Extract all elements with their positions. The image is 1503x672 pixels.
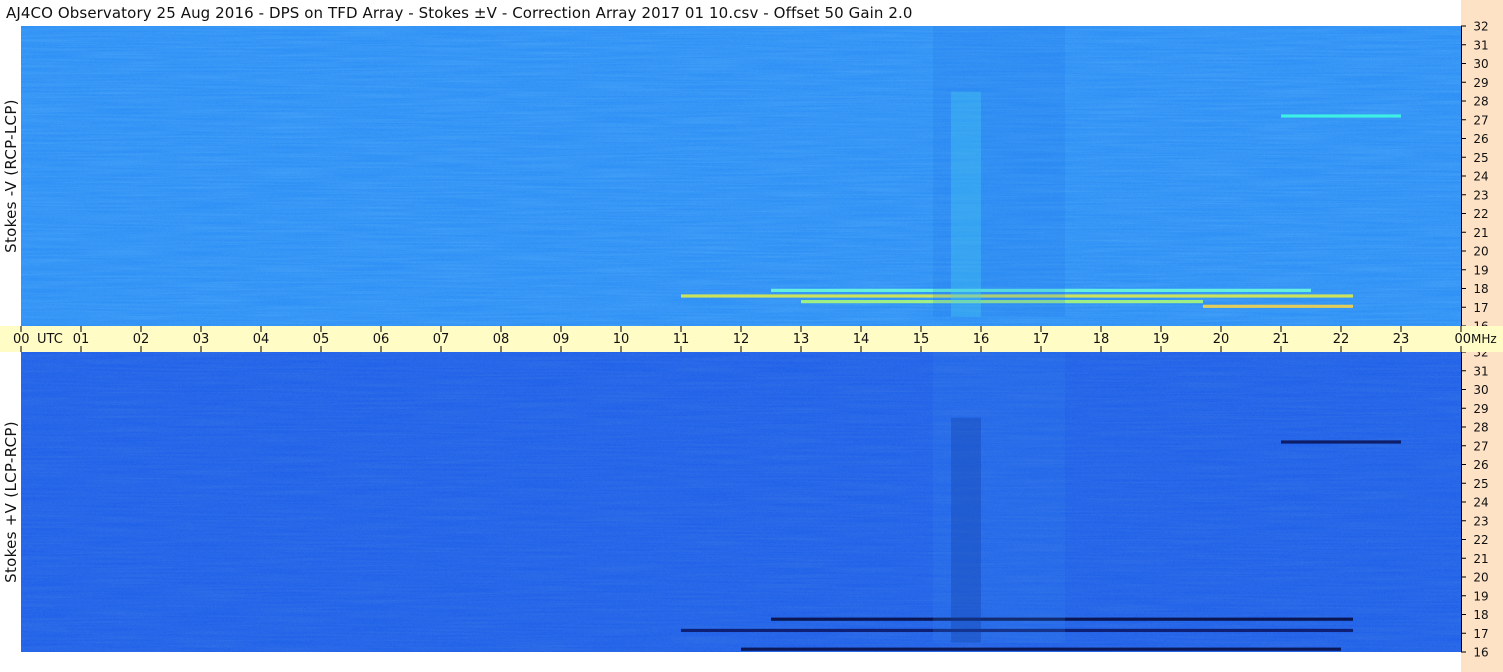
top-freq-tick-label: 21 (1473, 226, 1488, 240)
top-freq-tick-label: 32 (1473, 20, 1488, 34)
top-feature-band (1203, 304, 1353, 308)
top-freq-tick-label: 30 (1473, 57, 1488, 71)
time-tick-label: 18 (1093, 332, 1110, 347)
top-freq-tick-label: 19 (1473, 263, 1488, 277)
time-tick-label: 14 (853, 332, 870, 347)
bottom-freq-tick-label: 30 (1473, 383, 1488, 397)
bottom-freq-tick-label: 27 (1473, 439, 1488, 453)
bottom-freq-tick-label: 28 (1473, 421, 1488, 435)
top-freq-tick-label: 24 (1473, 170, 1488, 184)
top-freq-tick-label: 29 (1473, 76, 1488, 90)
top-feature-patch (933, 26, 1065, 317)
time-tick-label: 22 (1333, 332, 1350, 347)
bottom-freq-tick-label: 26 (1473, 458, 1488, 472)
time-tick-label: 10 (613, 332, 630, 347)
top-freq-tick-label: 18 (1473, 282, 1488, 296)
top-freq-tick-label: 28 (1473, 95, 1488, 109)
top-panel-grain (21, 26, 1461, 326)
time-tick-label: 01 (73, 332, 90, 347)
bottom-panel-grain (21, 352, 1461, 652)
bottom-freq-tick-label: 31 (1473, 364, 1488, 378)
bottom-freq-tick-label: 20 (1473, 571, 1488, 585)
bottom-freq-tick-label: 16 (1473, 646, 1488, 660)
top-freq-tick-label: 20 (1473, 245, 1488, 259)
time-tick-label: 15 (913, 332, 930, 347)
time-tick-label: 00 (1454, 332, 1471, 347)
top-feature-band (1281, 114, 1401, 118)
bottom-feature-patch (933, 352, 1065, 643)
top-freq-tick-label: 17 (1473, 301, 1488, 315)
time-tick-label: 23 (1393, 332, 1410, 347)
spectrogram-chart: 16 17 18 19 20 21 22 23 24 25 26 27 28 29 30 31 32 16 17 1… (0, 0, 1503, 672)
bottom-freq-tick-label: 17 (1473, 627, 1488, 641)
top-freq-tick-label: 23 (1473, 188, 1488, 202)
top-freq-tick-label: 22 (1473, 207, 1488, 221)
bottom-freq-tick-label: 18 (1473, 608, 1488, 622)
bottom-panel-ylabel: Stokes +V (LCP-RCP) (2, 421, 20, 583)
time-tick-label: 07 (433, 332, 450, 347)
bottom-panel (21, 352, 1461, 652)
bottom-feature-band (741, 647, 1341, 651)
time-tick-label: 16 (973, 332, 990, 347)
time-tick-label: 13 (793, 332, 810, 347)
time-axis-end-unit: MHz (1471, 332, 1497, 346)
time-tick-label: 08 (493, 332, 510, 347)
time-tick-label: 17 (1033, 332, 1050, 347)
time-tick-label: 03 (193, 332, 210, 347)
bottom-freq-tick-label: 24 (1473, 496, 1488, 510)
time-tick-label: 04 (253, 332, 270, 347)
time-tick-label: 05 (313, 332, 330, 347)
time-tick-label: 11 (673, 332, 690, 347)
time-tick-label: 19 (1153, 332, 1170, 347)
top-freq-tick-label: 31 (1473, 38, 1488, 52)
bottom-freq-tick-label: 25 (1473, 477, 1488, 491)
time-tick-label: 00 (13, 332, 30, 347)
top-panel (21, 26, 1461, 326)
time-tick-label: 02 (133, 332, 150, 347)
bottom-freq-tick-label: 23 (1473, 514, 1488, 528)
top-freq-tick-label: 25 (1473, 151, 1488, 165)
bottom-freq-tick-label: 29 (1473, 402, 1488, 416)
top-panel-ylabel: Stokes -V (RCP-LCP) (2, 99, 20, 253)
top-freq-tick-label: 27 (1473, 113, 1488, 127)
time-tick-label: 20 (1213, 332, 1230, 347)
time-tick-label: 06 (373, 332, 390, 347)
bottom-freq-tick-label: 21 (1473, 552, 1488, 566)
top-panel-ylabel-wrap: Stokes -V (RCP-LCP) (0, 26, 22, 326)
time-axis-start-unit: UTC (37, 332, 63, 347)
bottom-freq-tick-label: 22 (1473, 533, 1488, 547)
time-tick-label: 12 (733, 332, 750, 347)
bottom-panel-ylabel-wrap: Stokes +V (LCP-RCP) (0, 352, 22, 652)
time-tick-label: 21 (1273, 332, 1290, 347)
bottom-freq-tick-label: 19 (1473, 589, 1488, 603)
time-tick-label: 09 (553, 332, 570, 347)
bottom-feature-band (1281, 440, 1401, 444)
top-freq-tick-label: 26 (1473, 132, 1488, 146)
